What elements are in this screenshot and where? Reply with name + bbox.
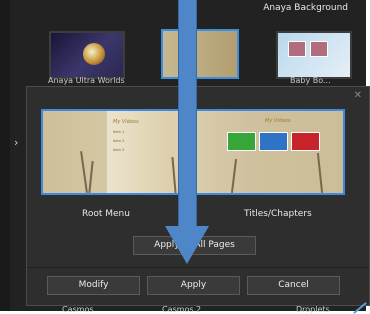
dialog-divider: [27, 267, 369, 268]
menu-item: Item 2: [113, 139, 125, 143]
grass-decoration: [171, 156, 177, 193]
titles-chapters-caption: Titles/Chapters: [244, 209, 312, 219]
apply-button[interactable]: Apply: [147, 276, 240, 295]
modify-button[interactable]: Modify: [47, 276, 140, 295]
chapter-thumbnail: [291, 132, 320, 151]
grass-decoration: [316, 153, 324, 193]
root-menu-caption: Root Menu: [82, 209, 130, 219]
template-label: Casmos 2: [162, 305, 202, 314]
left-edge: [0, 0, 10, 311]
template-apply-dialog: ✕ My Videos Item 1 Item 2 Item 3 My Vide…: [26, 86, 370, 306]
photo-icon: [310, 41, 328, 57]
photo-icon: [288, 41, 306, 57]
template-label: Casmos: [62, 305, 94, 314]
planet-icon: [83, 43, 105, 65]
menu-item: Item 1: [113, 130, 125, 134]
template-label: Anaya Ultra Worlds: [48, 76, 125, 85]
template-thumbnail[interactable]: [276, 31, 352, 79]
chapter-thumbnail: [227, 132, 256, 151]
arrow-down-icon: [165, 226, 209, 264]
close-icon[interactable]: ✕: [354, 90, 362, 101]
template-thumbnail-selected[interactable]: [161, 29, 239, 79]
template-label: Baby Bo...: [290, 76, 331, 85]
background-label: Anaya Background: [263, 3, 348, 13]
menu-item: Item 3: [113, 148, 125, 152]
chapters-title: My Videos: [265, 118, 291, 124]
template-thumbnail[interactable]: [49, 31, 125, 79]
annotation-arrow-shaft: [178, 0, 197, 228]
cancel-button[interactable]: Cancel: [247, 276, 340, 295]
template-label: Droplets: [296, 305, 330, 314]
grass-decoration: [230, 159, 238, 193]
menu-title: My Videos: [113, 119, 139, 125]
grass-decoration: [88, 160, 94, 193]
chapter-thumbnail: [259, 132, 288, 151]
chevron-right-icon[interactable]: ›: [14, 136, 18, 149]
grass-decoration: [80, 151, 88, 193]
